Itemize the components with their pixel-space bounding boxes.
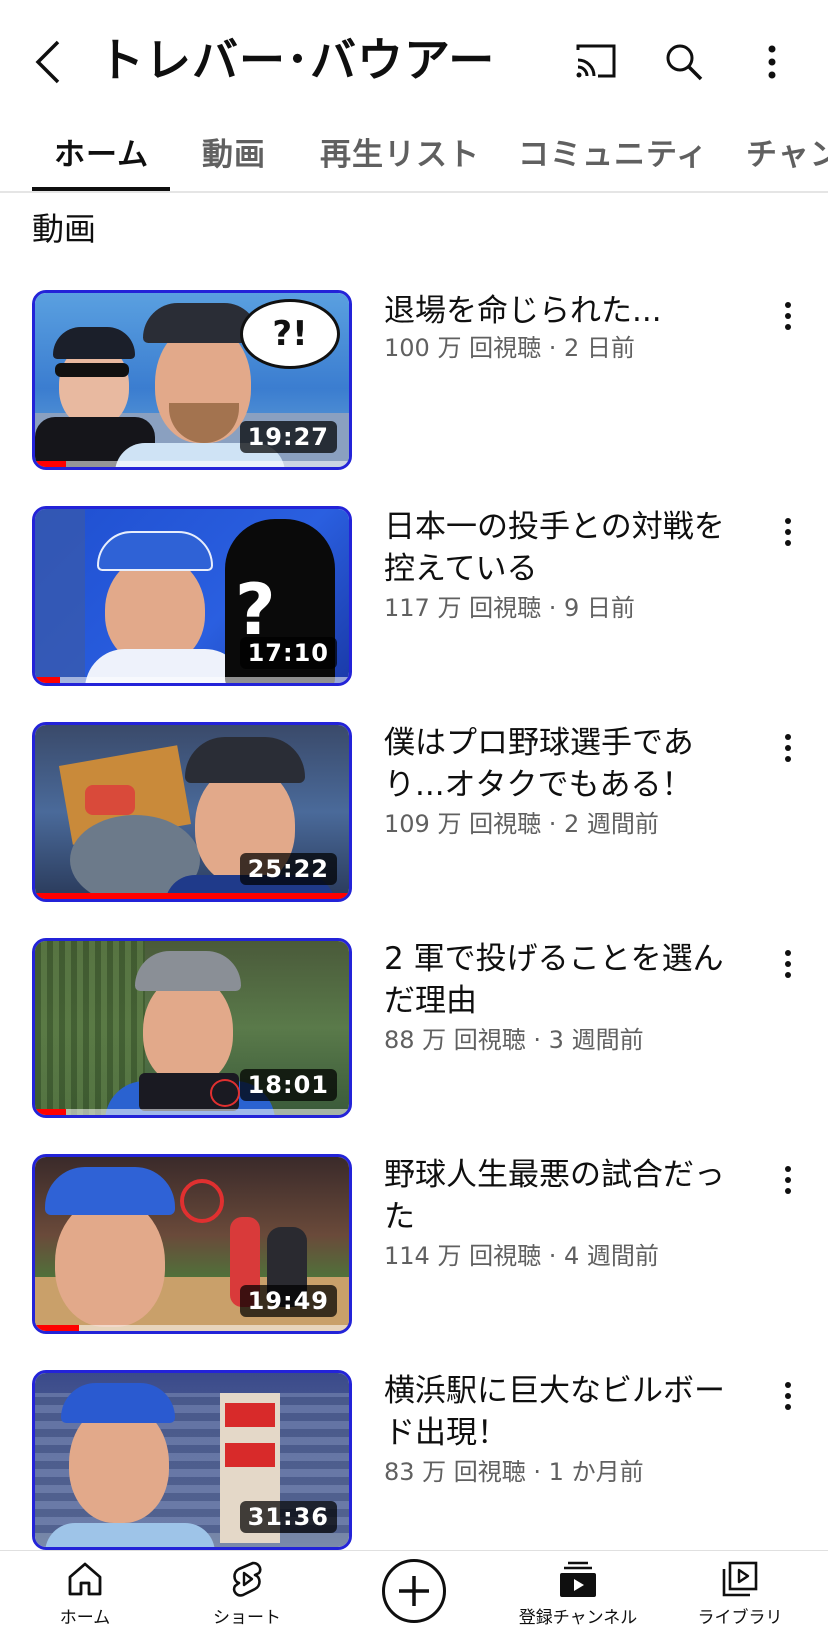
video-thumbnail[interactable]: 18:01 [32,938,352,1118]
video-more-button[interactable] [770,1158,806,1202]
chevron-left-icon [35,40,60,84]
tab-playlists[interactable]: 再生リスト [320,129,480,174]
video-duration: 31:36 [239,1501,337,1533]
tab-channels[interactable]: チャン [746,129,828,174]
video-thumbnail[interactable]: 19:49 [32,1154,352,1334]
video-meta: 83 万 回視聴 · 1 か月前 [384,1458,644,1486]
channel-tabs: ホーム 動画 再生リスト コミュニティ チャン [0,115,828,193]
video-item[interactable]: 31:36 横浜駅に巨大なビルボード出現！ 83 万 回視聴 · 1 か月前 [0,1370,828,1550]
more-vertical-icon [785,302,791,330]
video-duration: 18:01 [239,1069,337,1101]
more-options-button[interactable] [748,38,796,86]
video-duration: 17:10 [239,637,337,669]
nav-label: ホーム [59,1608,111,1628]
watch-progress-bar [35,1325,79,1331]
subscriptions-icon [560,1561,596,1597]
nav-label: ショート [213,1608,281,1628]
cast-icon [576,44,616,78]
video-item[interactable]: ?! 19:27 退場を命じられた... 100 万 回視聴 · 2 日前 [0,290,828,470]
back-button[interactable] [28,38,68,86]
video-item[interactable]: 19:49 野球人生最悪の試合だった 114 万 回視聴 · 4 週間前 [0,1154,828,1334]
search-icon [666,44,703,81]
cast-button[interactable] [572,38,620,86]
video-more-button[interactable] [770,294,806,338]
more-vertical-icon [785,1166,791,1194]
search-button[interactable] [660,38,708,86]
video-duration: 19:27 [239,421,337,453]
video-meta: 88 万 回視聴 · 3 週間前 [384,1026,644,1054]
bottom-navigation: ホーム ショート 登録チャンネル ライブラリ [0,1550,828,1632]
video-title[interactable]: 日本一の投手との対戦を控えている [384,506,744,590]
more-vertical-icon [785,518,791,546]
video-more-button[interactable] [770,1374,806,1418]
more-vertical-icon [768,45,776,79]
nav-label: ライブラリ [697,1608,783,1628]
home-icon [68,1562,102,1596]
video-title[interactable]: 僕はプロ野球選手であり...オタクでもある！ [384,722,744,806]
video-item[interactable]: 18:01 2 軍で投げることを選んだ理由 88 万 回視聴 · 3 週間前 [0,938,828,1118]
nav-shorts[interactable]: ショート [172,1559,322,1628]
nav-library[interactable]: ライブラリ [665,1559,815,1628]
video-title[interactable]: 横浜駅に巨大なビルボード出現！ [384,1370,744,1454]
watch-progress-bar [35,461,67,467]
create-plus-icon [399,1576,429,1606]
create-button[interactable] [382,1559,446,1623]
more-vertical-icon [785,1382,791,1410]
section-title: 動画 [32,210,97,248]
video-meta: 114 万 回視聴 · 4 週間前 [384,1242,659,1270]
tab-community[interactable]: コミュニティ [518,129,708,174]
watch-progress-bar [35,1109,67,1115]
nav-home[interactable]: ホーム [10,1559,160,1628]
channel-title: トレバー･バウアー [98,33,496,87]
video-thumbnail[interactable]: 31:36 [32,1370,352,1550]
video-meta: 109 万 回視聴 · 2 週間前 [384,810,659,838]
video-more-button[interactable] [770,942,806,986]
tab-videos[interactable]: 動画 [202,129,266,174]
video-duration: 25:22 [239,853,337,885]
video-item[interactable]: 25:22 僕はプロ野球選手であり...オタクでもある！ 109 万 回視聴 ·… [0,722,828,902]
app-header: トレバー･バウアー [0,0,828,115]
watch-progress-bar [35,677,61,683]
video-title[interactable]: 野球人生最悪の試合だった [384,1154,744,1238]
more-vertical-icon [785,950,791,978]
video-thumbnail[interactable]: 25:22 [32,722,352,902]
shorts-icon [232,1561,262,1597]
video-duration: 19:49 [239,1285,337,1317]
video-more-button[interactable] [770,726,806,770]
nav-label: 登録チャンネル [518,1608,638,1628]
nav-subscriptions[interactable]: 登録チャンネル [503,1559,653,1628]
video-thumbnail[interactable]: ? 17:10 [32,506,352,686]
video-title[interactable]: 退場を命じられた... [384,290,744,332]
video-thumbnail[interactable]: ?! 19:27 [32,290,352,470]
more-vertical-icon [785,734,791,762]
video-meta: 117 万 回視聴 · 9 日前 [384,594,635,622]
library-icon [722,1561,758,1597]
tab-home[interactable]: ホーム [54,129,149,174]
video-more-button[interactable] [770,510,806,554]
active-tab-indicator [32,187,170,191]
video-item[interactable]: ? 17:10 日本一の投手との対戦を控えている 117 万 回視聴 · 9 日… [0,506,828,686]
video-title[interactable]: 2 軍で投げることを選んだ理由 [384,938,744,1022]
video-meta: 100 万 回視聴 · 2 日前 [384,334,635,362]
watch-progress-bar [35,893,349,899]
